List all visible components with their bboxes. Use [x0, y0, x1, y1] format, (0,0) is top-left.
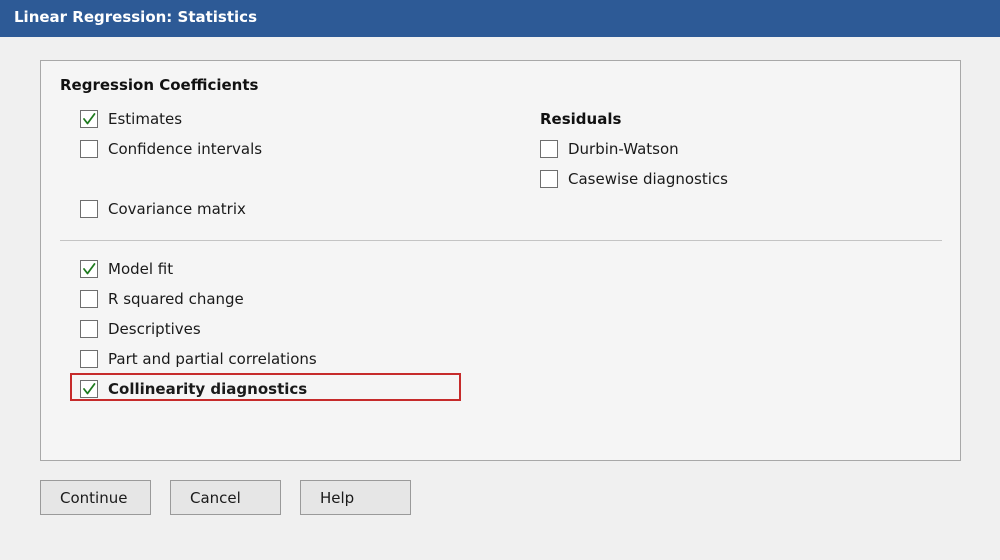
window-title-bar: Linear Regression: Statistics [0, 0, 1000, 37]
regression-coefficients-heading: Regression Coefficients [60, 76, 259, 94]
casewise-diagnostics-label: Casewise diagnostics [568, 170, 728, 188]
model-fit-checkbox[interactable] [80, 260, 98, 278]
section-divider [60, 240, 942, 241]
r-squared-change-label: R squared change [108, 290, 244, 308]
window-title: Linear Regression: Statistics [14, 8, 257, 26]
help-button[interactable]: Help [300, 480, 411, 515]
confidence-intervals-option[interactable]: Confidence intervals [80, 138, 262, 160]
check-mark-icon [83, 113, 96, 125]
covariance-matrix-option[interactable]: Covariance matrix [80, 198, 246, 220]
check-mark-icon [83, 263, 96, 275]
part-partial-correlations-label: Part and partial correlations [108, 350, 317, 368]
covariance-matrix-checkbox[interactable] [80, 200, 98, 218]
descriptives-option[interactable]: Descriptives [80, 318, 201, 340]
confidence-intervals-checkbox[interactable] [80, 140, 98, 158]
model-fit-option[interactable]: Model fit [80, 258, 173, 280]
continue-button[interactable]: Continue [40, 480, 151, 515]
covariance-matrix-label: Covariance matrix [108, 200, 246, 218]
r-squared-change-option[interactable]: R squared change [80, 288, 244, 310]
cancel-button[interactable]: Cancel [170, 480, 281, 515]
statistics-panel: Regression Coefficients Estimates Confid… [40, 60, 961, 461]
estimates-checkbox[interactable] [80, 110, 98, 128]
durbin-watson-label: Durbin-Watson [568, 140, 679, 158]
collinearity-diagnostics-checkbox[interactable] [80, 380, 98, 398]
part-partial-correlations-checkbox[interactable] [80, 350, 98, 368]
durbin-watson-checkbox[interactable] [540, 140, 558, 158]
descriptives-label: Descriptives [108, 320, 201, 338]
casewise-diagnostics-option[interactable]: Casewise diagnostics [540, 168, 728, 190]
confidence-intervals-label: Confidence intervals [108, 140, 263, 158]
part-partial-correlations-option[interactable]: Part and partial correlations [80, 348, 317, 370]
durbin-watson-option[interactable]: Durbin-Watson [540, 138, 679, 160]
descriptives-checkbox[interactable] [80, 320, 98, 338]
collinearity-diagnostics-label: Collinearity diagnostics [108, 380, 308, 398]
model-fit-label: Model fit [108, 260, 174, 278]
casewise-diagnostics-checkbox[interactable] [540, 170, 558, 188]
residuals-heading: Residuals [540, 110, 622, 128]
r-squared-change-checkbox[interactable] [80, 290, 98, 308]
estimates-option[interactable]: Estimates [80, 108, 182, 130]
collinearity-diagnostics-option[interactable]: Collinearity diagnostics [80, 378, 307, 400]
check-mark-icon [83, 383, 96, 395]
estimates-label: Estimates [108, 110, 183, 128]
